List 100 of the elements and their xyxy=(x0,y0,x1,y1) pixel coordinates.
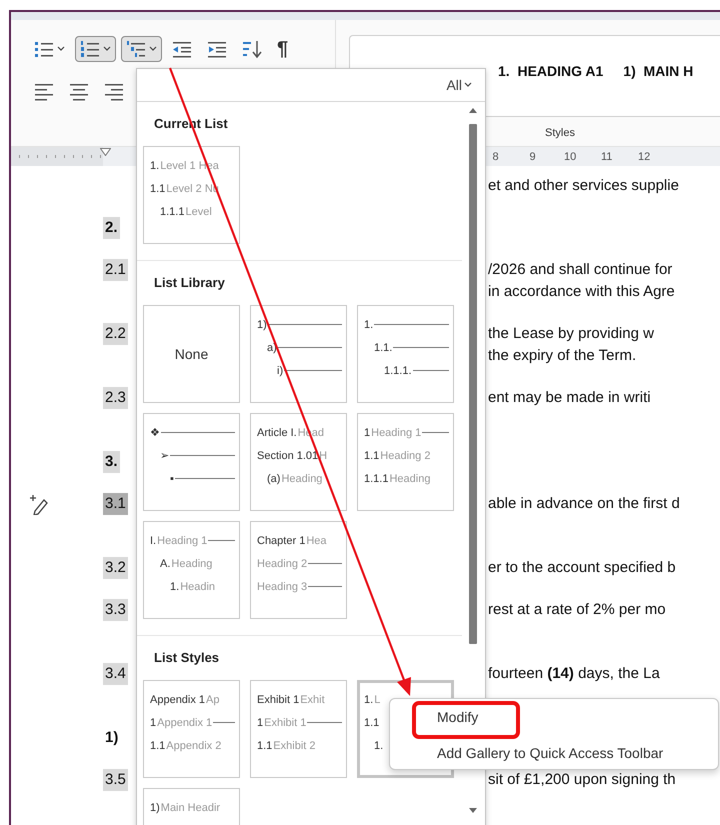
list-number: 3.4 xyxy=(103,663,128,685)
list-number: 1. xyxy=(364,694,374,706)
heading-label: Heading 1 xyxy=(157,534,208,546)
list-number: 1.1 xyxy=(257,740,272,752)
heading-label: H xyxy=(319,450,328,462)
list-style-tile[interactable]: Exhibit 1Exhit 1Exhibit 1 1.1Exhibit 2 xyxy=(250,680,347,778)
multilevel-list-button[interactable] xyxy=(121,36,162,62)
list-number: 2. xyxy=(103,217,120,239)
paragraph-text: sit of £1,200 upon signing th xyxy=(488,770,677,790)
list-style-tile[interactable]: 1. 1.1. 1.1.1. xyxy=(357,305,454,403)
show-formatting-button[interactable]: ¶ xyxy=(272,36,294,62)
heading-label: Appendix 1 xyxy=(157,716,212,728)
heading-label: Hea xyxy=(306,534,326,546)
paragraph-text: /2026 and shall continue for xyxy=(488,260,674,280)
paragraph-text: able in advance on the first d xyxy=(488,494,681,514)
list-number: ▪ xyxy=(170,472,174,484)
numbered-list-icon xyxy=(80,39,100,59)
list-style-tile[interactable]: 1)Main Headir xyxy=(143,788,240,825)
list-style-tile[interactable]: 1Heading 1 1.1Heading 2 1.1.1Heading xyxy=(357,413,454,511)
list-number: Chapter 1 xyxy=(257,534,306,546)
group-label: Styles xyxy=(545,127,576,139)
heading-label: Exhibit 1 xyxy=(264,716,306,728)
tile-label: None xyxy=(174,346,208,362)
paragraph-text: fourteen (14) days, the La xyxy=(488,664,661,684)
paragraph-text: the Lease by providing w xyxy=(488,324,655,344)
list-number: ❖ xyxy=(150,426,160,439)
heading-label: Ap xyxy=(206,694,220,706)
list-number: i) xyxy=(277,364,284,376)
list-number: ➢ xyxy=(160,449,169,462)
paragraph-text: ent may be made in writi xyxy=(488,388,652,408)
list-number: 1) xyxy=(104,728,120,748)
list-style-tile[interactable]: Appendix 1Ap 1Appendix 1 1.1Appendix 2 xyxy=(143,680,240,778)
list-number: 1. xyxy=(364,318,374,330)
paragraph-text: et and other services supplie xyxy=(488,176,680,196)
list-number: 1. xyxy=(374,740,384,752)
list-number: Article I. xyxy=(257,426,297,438)
list-number: 1 xyxy=(257,716,264,728)
heading-label: Heading 3 xyxy=(257,580,308,592)
style-item[interactable]: 1) MAIN H xyxy=(623,63,694,79)
pen-sparkle-icon xyxy=(29,493,49,515)
list-number: 3.3 xyxy=(103,599,128,621)
heading-label: Level xyxy=(185,206,212,218)
list-number: 1.1 xyxy=(150,182,166,194)
list-number: A. xyxy=(160,558,170,570)
align-center-icon xyxy=(69,81,89,101)
list-number: 3.1 xyxy=(103,493,128,515)
section-title: List Styles xyxy=(153,649,220,667)
list-number: 2.3 xyxy=(103,387,128,409)
heading-label: Headin xyxy=(180,580,216,592)
list-number: 1.1.1 xyxy=(160,206,184,218)
style-item[interactable]: 1. HEADING A1 xyxy=(498,63,604,79)
decrease-indent-icon xyxy=(172,39,192,59)
list-number: 1 xyxy=(364,426,370,438)
heading-label: Exhibit 2 xyxy=(273,740,316,752)
menu-item[interactable]: Modify xyxy=(390,699,718,735)
align-left-icon xyxy=(34,81,54,101)
paragraph-text: er to the account specified b xyxy=(488,558,677,578)
heading-label: Appendix 2 xyxy=(166,740,222,752)
list-number: 1. xyxy=(170,580,180,592)
ruler-number: 9 xyxy=(528,150,537,162)
heading-label: Heading 2 xyxy=(257,558,308,570)
menu-item[interactable]: Add Gallery to Quick Access Toolbar xyxy=(390,735,718,771)
ruler-number: 10 xyxy=(564,150,575,162)
sort-icon xyxy=(242,39,262,59)
list-number: 1. xyxy=(150,160,160,172)
list-number: 1) xyxy=(257,318,267,330)
list-number: 1.1 xyxy=(364,450,380,462)
list-style-tile[interactable]: None xyxy=(143,305,240,403)
list-style-tile[interactable]: ❖ ➢ ▪ xyxy=(143,413,240,511)
ruler-number: 11 xyxy=(601,150,612,162)
list-style-tile[interactable]: Chapter 1Hea Heading 2 Heading 3 xyxy=(250,521,347,619)
list-number: 1 xyxy=(150,716,156,728)
list-number: 1.1.1 xyxy=(364,472,388,484)
heading-label: Heading xyxy=(171,558,212,570)
list-number: Section 1.01 xyxy=(257,450,318,462)
paragraph-text: rest at a rate of 2% per mo xyxy=(488,600,667,620)
paragraph-text: in accordance with this Agre xyxy=(488,282,676,302)
section-title: List Library xyxy=(153,274,226,292)
list-number: (a) xyxy=(267,472,280,484)
list-number: 3.5 xyxy=(103,769,128,791)
list-number: 1.1. xyxy=(374,342,392,354)
multilevel-list-icon xyxy=(126,39,146,59)
numbering-button[interactable] xyxy=(75,36,116,62)
heading-label: Heading 1 xyxy=(371,426,422,438)
list-number: 1.1 xyxy=(364,716,380,728)
heading-label: Heading xyxy=(281,472,322,484)
list-number: 3.2 xyxy=(103,557,128,579)
ruler-number: 8 xyxy=(491,150,500,162)
filter-dropdown[interactable]: All xyxy=(443,75,475,95)
list-style-tile[interactable]: I.Heading 1 A.Heading 1.Headin xyxy=(143,521,240,619)
list-number: Appendix 1 xyxy=(150,694,206,706)
increase-indent-icon xyxy=(207,39,227,59)
list-number: 1) xyxy=(150,802,160,814)
list-number: 3. xyxy=(103,451,120,473)
heading-label: Exhit xyxy=(300,694,325,706)
list-style-tile[interactable]: 1) a) i) xyxy=(250,305,347,403)
heading-label: Heading xyxy=(389,472,430,484)
bulleted-list-icon xyxy=(34,39,54,59)
list-number: 2.1 xyxy=(103,259,128,281)
list-number: I. xyxy=(150,534,156,546)
